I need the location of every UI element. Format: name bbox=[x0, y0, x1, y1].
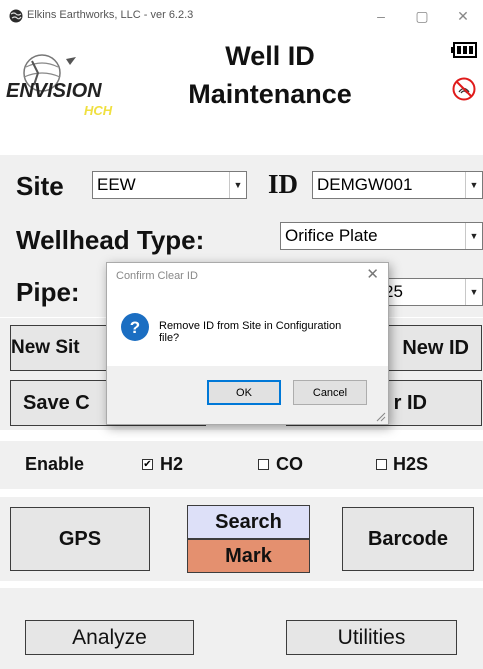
resize-grip-icon[interactable] bbox=[374, 410, 386, 422]
site-select-value: EEW bbox=[97, 175, 136, 194]
wellhead-type-label: Wellhead Type: bbox=[16, 225, 205, 255]
dialog-footer: OK Cancel bbox=[107, 366, 388, 424]
app-globe-icon bbox=[9, 9, 23, 23]
chevron-down-icon[interactable]: ▼ bbox=[229, 172, 246, 198]
dialog-title: Confirm Clear ID bbox=[116, 270, 198, 282]
question-icon: ? bbox=[121, 313, 149, 341]
search-button[interactable]: Search bbox=[187, 505, 310, 539]
h2s-label: H2S bbox=[393, 454, 429, 474]
chevron-down-icon[interactable]: ▼ bbox=[465, 223, 482, 249]
pipe-select[interactable]: 25 ▼ bbox=[375, 278, 483, 306]
page-title-line1: Well ID bbox=[225, 41, 315, 71]
envision-logo: ENVISION HCH bbox=[6, 54, 113, 118]
page-title: Well ID Maintenance bbox=[150, 37, 390, 113]
utilities-button[interactable]: Utilities bbox=[286, 620, 457, 655]
mark-button[interactable]: Mark bbox=[187, 539, 310, 573]
minimize-button[interactable]: – bbox=[366, 5, 396, 27]
window-titlebar: Elkins Earthworks, LLC - ver 6.2.3 – ▢ ✕ bbox=[0, 0, 483, 33]
id-label: ID bbox=[268, 169, 299, 199]
ok-button[interactable]: OK bbox=[207, 380, 281, 405]
gps-button[interactable]: GPS bbox=[10, 507, 150, 571]
no-signal-icon bbox=[452, 77, 476, 101]
pipe-label: Pipe: bbox=[16, 277, 80, 307]
h2s-checkbox[interactable] bbox=[376, 459, 387, 470]
dialog-message-line1: Remove ID from Site in Configuration bbox=[159, 320, 342, 332]
site-select[interactable]: EEW ▼ bbox=[92, 171, 247, 199]
dialog-close-button[interactable]: ✕ bbox=[366, 265, 379, 283]
h2-checkbox[interactable]: ✔ bbox=[142, 459, 153, 470]
location-panel: GPS Search Mark Barcode bbox=[0, 497, 483, 581]
close-button[interactable]: ✕ bbox=[448, 5, 478, 27]
page-header: ENVISION HCH Well ID Maintenance bbox=[0, 33, 483, 125]
confirm-clear-id-dialog: Confirm Clear ID ✕ ? Remove ID from Site… bbox=[106, 262, 389, 425]
chevron-down-icon[interactable]: ▼ bbox=[465, 172, 482, 198]
dialog-message: Remove ID from Site in Configuration fil… bbox=[159, 320, 359, 344]
maximize-button[interactable]: ▢ bbox=[407, 5, 437, 27]
dialog-message-line2: file? bbox=[159, 332, 180, 344]
analyze-button[interactable]: Analyze bbox=[25, 620, 194, 655]
window-title: Elkins Earthworks, LLC - ver 6.2.3 bbox=[27, 9, 194, 21]
wellhead-type-select[interactable]: Orifice Plate ▼ bbox=[280, 222, 483, 250]
battery-icon bbox=[451, 42, 477, 58]
logo-text: ENVISION bbox=[6, 80, 102, 102]
bottom-panel: Analyze Utilities bbox=[0, 588, 483, 669]
co-label: CO bbox=[276, 454, 303, 474]
svg-text:?: ? bbox=[130, 318, 140, 337]
barcode-button[interactable]: Barcode bbox=[342, 507, 474, 571]
page-title-line2: Maintenance bbox=[188, 79, 352, 109]
wellhead-type-value: Orifice Plate bbox=[285, 226, 378, 245]
enable-panel: Enable ✔ H2 CO H2S bbox=[0, 441, 483, 489]
id-select-value: DEMGW001 bbox=[317, 175, 413, 194]
logo-sub-text: HCH bbox=[84, 103, 113, 118]
id-select[interactable]: DEMGW001 ▼ bbox=[312, 171, 483, 199]
enable-label: Enable bbox=[25, 454, 85, 474]
h2-label: H2 bbox=[160, 454, 184, 474]
co-checkbox[interactable] bbox=[258, 459, 269, 470]
cancel-button[interactable]: Cancel bbox=[293, 380, 367, 405]
chevron-down-icon[interactable]: ▼ bbox=[465, 279, 482, 305]
site-label: Site bbox=[16, 171, 64, 201]
